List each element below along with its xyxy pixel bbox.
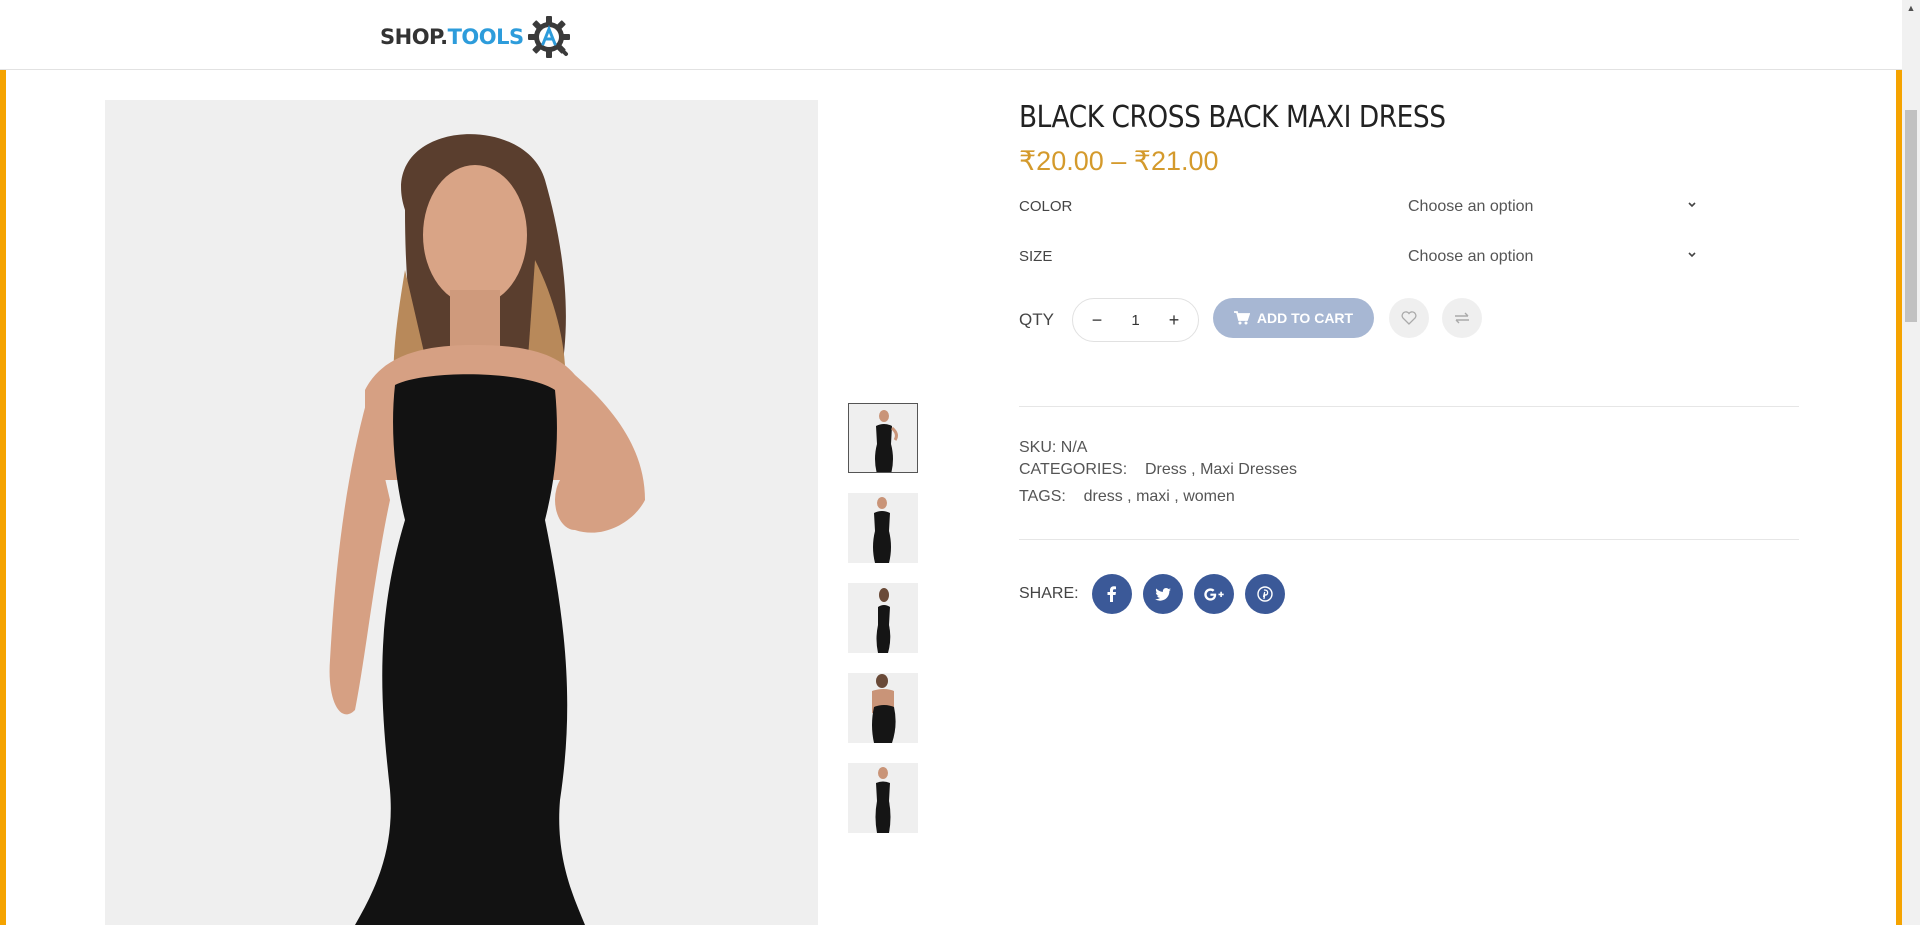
tag-link-women[interactable]: women [1183,488,1235,505]
qty-label: QTY [1019,310,1054,329]
sku-label: SKU: [1019,439,1057,456]
add-to-cart-button[interactable]: ADD TO CART [1213,298,1374,338]
tags-label: TAGS: [1019,488,1066,505]
share-row: SHARE: [1019,574,1419,614]
chevron-down-icon [1688,202,1696,208]
product-title: BLACK CROSS BACK MAXI DRESS [1019,100,1446,135]
pinterest-icon [1257,586,1273,602]
cart-icon [1233,311,1250,325]
variation-size: SIZE Choose an option [1019,242,1699,272]
scrollbar-thumb[interactable] [1905,110,1917,322]
product-sku: SKU: N/A [1019,439,1087,457]
google-plus-icon [1204,587,1224,601]
share-pinterest-button[interactable] [1245,574,1285,614]
logo-text-shop: SHOP. [380,25,448,49]
left-accent-border [0,70,6,925]
categories-label: CATEGORIES: [1019,461,1128,478]
color-select[interactable]: Choose an option [1408,192,1699,222]
logo-text-tools: TOOLS [447,25,525,49]
size-label: SIZE [1019,248,1053,265]
thumbnail-3[interactable] [848,583,918,653]
site-header: SHOP. TOOLS [0,0,1902,70]
thumbnail-gallery [848,403,918,853]
compare-arrows-icon [1455,312,1469,324]
category-link-dress[interactable]: Dress [1145,461,1187,478]
product-tags: TAGS: dress , maxi , women [1019,488,1235,505]
product-price: ₹20.00 – ₹21.00 [1019,146,1219,176]
thumbnail-2[interactable] [848,493,918,563]
add-to-cart-label: ADD TO CART [1256,310,1354,326]
chevron-down-icon [1688,252,1696,258]
wishlist-button[interactable] [1389,298,1429,338]
twitter-icon [1155,587,1171,601]
qty-increase-button[interactable]: + [1154,299,1194,341]
tag-link-dress[interactable]: dress [1084,488,1123,505]
scroll-up-arrow-icon[interactable]: ▲ [1902,0,1920,17]
size-select[interactable]: Choose an option [1408,242,1699,272]
product-categories: CATEGORIES: Dress , Maxi Dresses [1019,461,1297,478]
heart-icon [1401,311,1417,325]
thumbnail-1[interactable] [848,403,918,473]
product-summary: BLACK CROSS BACK MAXI DRESS ₹20.00 – ₹21… [1019,100,1799,614]
compare-button[interactable] [1442,298,1482,338]
facebook-icon [1107,586,1116,602]
gear-logo-icon [527,16,570,58]
quantity-row: QTY − + ADD TO CART [1019,298,1799,342]
qty-input[interactable] [1115,307,1156,333]
thumbnail-4[interactable] [848,673,918,743]
color-label: COLOR [1019,198,1073,215]
divider-bottom [1019,539,1799,540]
variation-color: COLOR Choose an option [1019,192,1699,222]
tag-link-maxi[interactable]: maxi [1136,488,1170,505]
category-link-maxi-dresses[interactable]: Maxi Dresses [1200,461,1297,478]
sku-value: N/A [1060,439,1088,456]
quantity-stepper: − + [1072,298,1199,342]
size-select-value: Choose an option [1408,248,1534,265]
color-select-value: Choose an option [1408,198,1534,215]
thumbnail-5[interactable] [848,763,918,833]
divider-top [1019,406,1799,407]
site-logo[interactable]: SHOP. TOOLS [380,14,572,60]
share-google-plus-button[interactable] [1194,574,1234,614]
share-twitter-button[interactable] [1143,574,1183,614]
share-facebook-button[interactable] [1092,574,1132,614]
share-label: SHARE: [1019,585,1079,602]
qty-decrease-button[interactable]: − [1077,299,1117,341]
product-main-image[interactable] [105,100,818,925]
page-scrollbar[interactable]: ▲ [1902,0,1920,925]
